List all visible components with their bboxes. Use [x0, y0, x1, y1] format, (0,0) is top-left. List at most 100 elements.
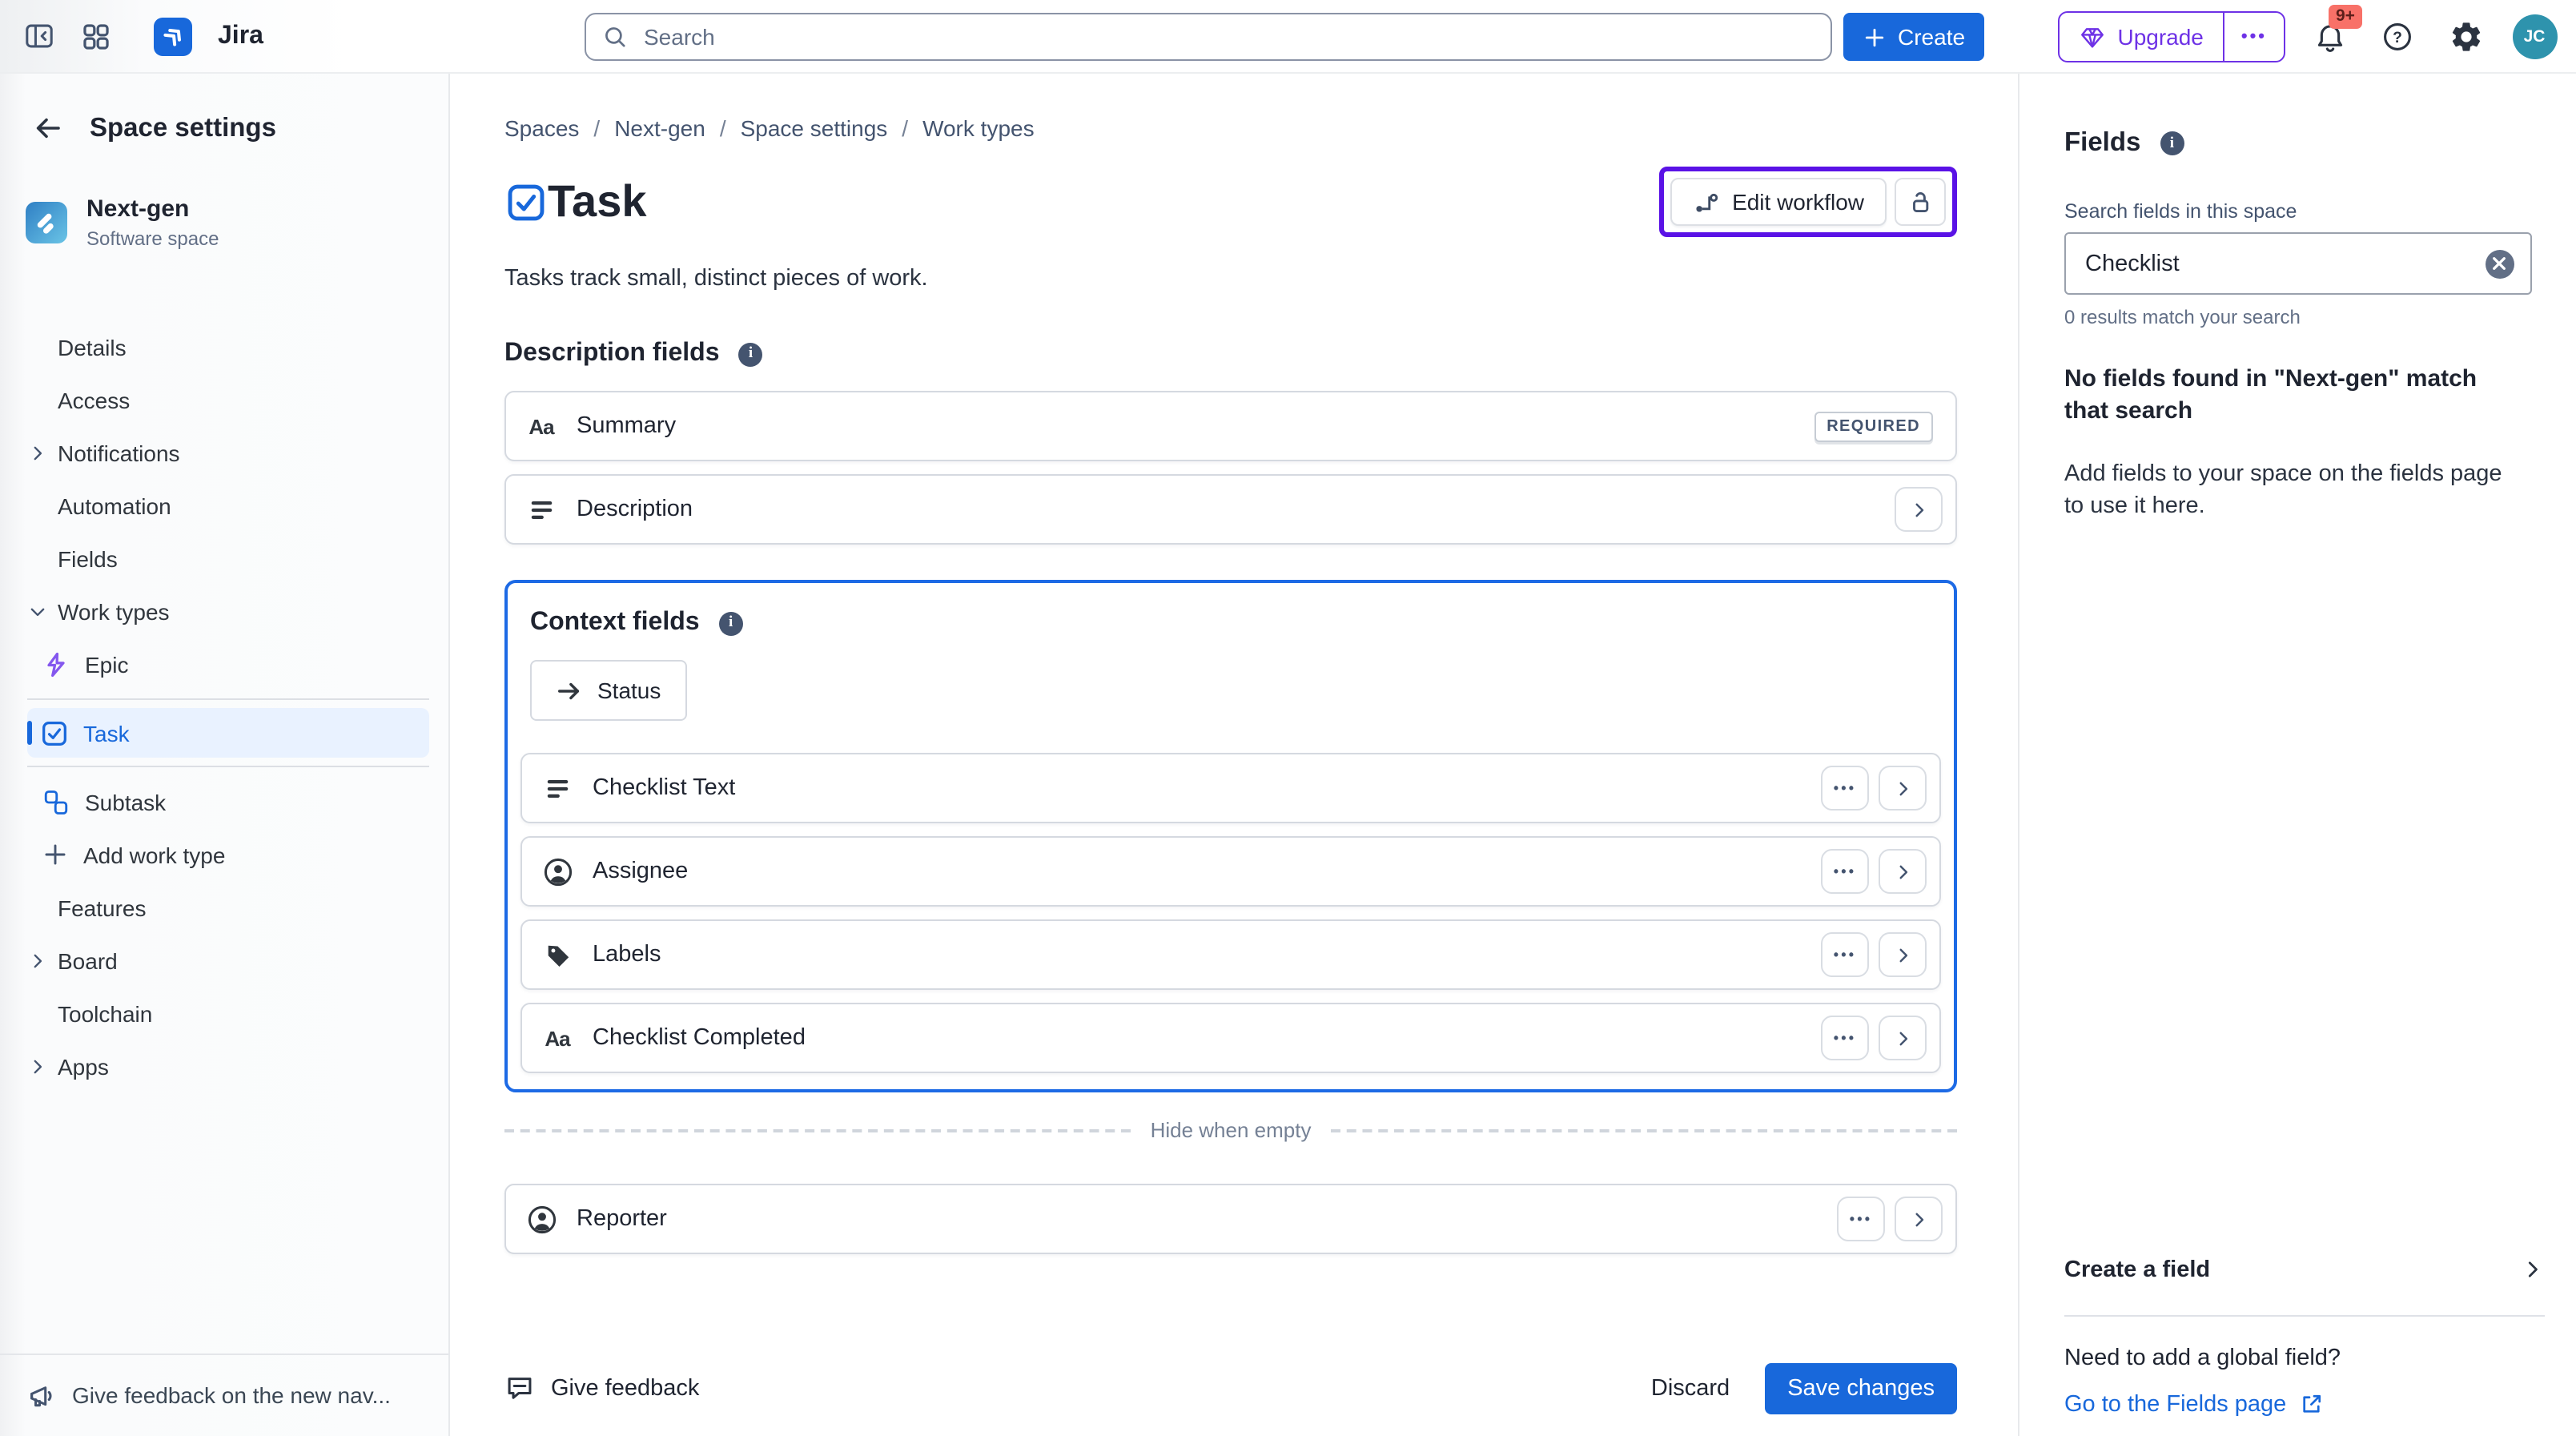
- create-a-field-button[interactable]: Create a field: [2064, 1245, 2544, 1293]
- settings-button[interactable]: [2443, 14, 2488, 59]
- ellipsis-icon: •••: [1834, 947, 1857, 962]
- chevron-right-icon: [2520, 1257, 2544, 1281]
- sidebar-feedback-link[interactable]: Give feedback on the new nav...: [0, 1353, 448, 1436]
- field-row-summary[interactable]: Aa Summary REQUIRED: [504, 391, 1957, 461]
- breadcrumb-space-settings[interactable]: Space settings: [741, 115, 888, 141]
- save-changes-button[interactable]: Save changes: [1765, 1362, 1957, 1414]
- expand-row-button[interactable]: [1879, 766, 1927, 811]
- clear-search-button[interactable]: [2485, 249, 2514, 278]
- sidebar-item-subtask[interactable]: Subtask: [0, 775, 448, 828]
- fields-panel-bottom: Create a field Need to add a global fiel…: [2064, 1245, 2544, 1417]
- edit-workflow-button[interactable]: Edit workflow: [1670, 178, 1887, 226]
- fields-panel: Fields i Search fields in this space 0 r…: [2018, 74, 2576, 1436]
- app-title: Jira: [218, 22, 263, 50]
- field-row-checklist-text[interactable]: Checklist Text •••: [520, 753, 1941, 823]
- dashed-line: [1330, 1128, 1957, 1132]
- description-fields-header: Description fields i: [504, 340, 1957, 368]
- gem-icon: [2079, 23, 2106, 50]
- global-search[interactable]: [585, 13, 1832, 61]
- avatar-initials: JC: [2524, 27, 2546, 46]
- dashed-line: [504, 1128, 1131, 1132]
- help-button[interactable]: ?: [2374, 14, 2419, 59]
- field-label: Checklist Text: [593, 775, 735, 801]
- project-header: Next-gen Software space: [0, 147, 448, 250]
- megaphone-icon: [26, 1380, 56, 1410]
- field-label: Reporter: [577, 1206, 667, 1232]
- field-row-labels[interactable]: Labels •••: [520, 919, 1941, 990]
- user-avatar[interactable]: JC: [2512, 14, 2557, 59]
- sidebar-item-task-selected[interactable]: Task: [27, 708, 429, 758]
- sidebar-collapse-button[interactable]: [16, 14, 61, 58]
- create-button[interactable]: Create: [1843, 13, 1984, 61]
- main-content: Spaces / Next-gen / Space settings / Wor…: [450, 74, 2018, 1436]
- selected-indicator: [27, 721, 31, 745]
- sidebar-item-toolchain[interactable]: Toolchain: [0, 987, 448, 1040]
- chevron-down-icon: [27, 601, 48, 621]
- more-options-button[interactable]: •••: [1821, 849, 1869, 894]
- sidebar-nav: Details Access Notifications Automation …: [0, 320, 448, 1092]
- sidebar-item-details[interactable]: Details: [0, 320, 448, 373]
- unlock-button[interactable]: [1895, 178, 1946, 226]
- sidebar-item-add-work-type[interactable]: Add work type: [0, 828, 448, 881]
- breadcrumb-spaces[interactable]: Spaces: [504, 115, 579, 141]
- context-fields-annotation-box: Context fields i Status Checklist Text: [504, 580, 1957, 1092]
- field-row-description[interactable]: Description: [504, 474, 1957, 545]
- expand-row-button[interactable]: [1879, 849, 1927, 894]
- field-row-reporter[interactable]: Reporter •••: [504, 1184, 1957, 1254]
- jira-logo: [154, 17, 192, 55]
- field-row-assignee[interactable]: Assignee •••: [520, 836, 1941, 907]
- expand-row-button[interactable]: [1895, 1197, 1943, 1241]
- page-subtitle: Tasks track small, distinct pieces of wo…: [504, 266, 1957, 292]
- sidebar-item-fields[interactable]: Fields: [0, 532, 448, 585]
- search-input[interactable]: [641, 22, 1814, 51]
- sidebar-item-automation[interactable]: Automation: [0, 479, 448, 532]
- more-options-button[interactable]: •••: [1821, 766, 1869, 811]
- give-feedback-button[interactable]: Give feedback: [504, 1373, 699, 1403]
- more-options-button[interactable]: •••: [1821, 1016, 1869, 1060]
- sidebar-item-features[interactable]: Features: [0, 881, 448, 934]
- sidebar-item-notifications[interactable]: Notifications: [0, 426, 448, 479]
- expand-row-button[interactable]: [1879, 932, 1927, 977]
- divider: [2064, 1314, 2544, 1316]
- sidebar-item-access[interactable]: Access: [0, 373, 448, 426]
- sidebar-item-work-types[interactable]: Work types: [0, 585, 448, 638]
- field-row-checklist-completed[interactable]: Aa Checklist Completed •••: [520, 1003, 1941, 1073]
- plus-icon: [1863, 25, 1887, 49]
- external-link-icon: [2299, 1392, 2323, 1416]
- top-bar-left: Jira: [16, 14, 263, 58]
- search-results-count: 0 results match your search: [2064, 306, 2531, 328]
- more-options-button[interactable]: •••: [1821, 932, 1869, 977]
- divider: [27, 698, 429, 700]
- sidebar-item-board[interactable]: Board: [0, 934, 448, 987]
- required-badge: REQUIRED: [1814, 411, 1933, 441]
- info-icon[interactable]: i: [2160, 131, 2184, 155]
- sidebar-item-apps[interactable]: Apps: [0, 1040, 448, 1092]
- field-label: Summary: [577, 413, 676, 439]
- person-icon: [522, 1204, 561, 1234]
- back-button[interactable]: [29, 109, 67, 147]
- notifications-button[interactable]: 9+: [2309, 16, 2350, 58]
- upgrade-button-label: Upgrade: [2117, 24, 2203, 50]
- field-search-input[interactable]: [2082, 249, 2472, 278]
- project-type: Software space: [86, 227, 219, 250]
- status-button[interactable]: Status: [530, 660, 686, 721]
- upgrade-more-button[interactable]: •••: [2225, 13, 2283, 61]
- close-icon: [2492, 256, 2506, 271]
- go-to-fields-page-link[interactable]: Go to the Fields page: [2064, 1391, 2544, 1417]
- info-icon[interactable]: i: [739, 342, 763, 366]
- paragraph-icon: [522, 496, 561, 523]
- hide-when-empty-label: Hide when empty: [1151, 1118, 1312, 1142]
- sidebar-title: Space settings: [90, 113, 276, 143]
- more-options-button[interactable]: •••: [1837, 1197, 1885, 1241]
- app-switcher-button[interactable]: [74, 14, 119, 58]
- expand-row-button[interactable]: [1895, 487, 1943, 532]
- discard-button[interactable]: Discard: [1629, 1362, 1752, 1414]
- sidebar: Space settings Next-gen Software space D…: [0, 74, 450, 1436]
- epic-icon: [42, 650, 70, 678]
- expand-row-button[interactable]: [1879, 1016, 1927, 1060]
- breadcrumb-next-gen[interactable]: Next-gen: [614, 115, 705, 141]
- upgrade-button[interactable]: Upgrade: [2060, 13, 2222, 61]
- sidebar-item-epic[interactable]: Epic: [0, 638, 448, 690]
- chevron-right-icon: [1892, 944, 1913, 965]
- info-icon[interactable]: i: [719, 611, 743, 635]
